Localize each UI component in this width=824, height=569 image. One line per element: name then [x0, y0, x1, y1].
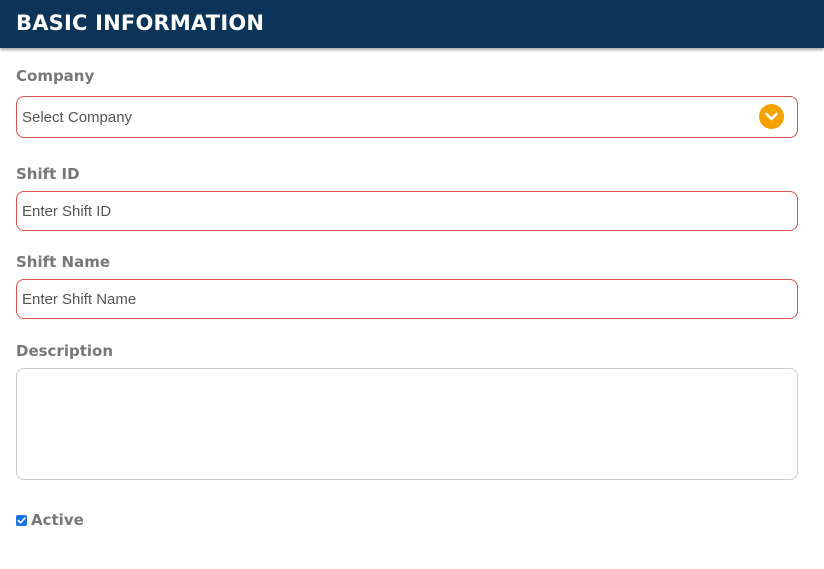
- shift-id-input[interactable]: Enter Shift ID: [16, 191, 798, 231]
- company-label: Company: [16, 67, 95, 85]
- active-checkbox[interactable]: [16, 515, 27, 526]
- checkmark-icon: [17, 517, 26, 524]
- company-select[interactable]: Select Company: [16, 96, 798, 138]
- shift-name-input[interactable]: Enter Shift Name: [16, 279, 798, 319]
- shift-name-label: Shift Name: [16, 253, 111, 271]
- shift-id-placeholder: Enter Shift ID: [22, 203, 112, 220]
- active-label[interactable]: Active: [31, 511, 84, 529]
- company-select-value: Select Company: [22, 109, 133, 126]
- section-title: BASIC INFORMATION: [16, 11, 265, 35]
- description-label: Description: [16, 342, 114, 360]
- shift-name-placeholder: Enter Shift Name: [22, 291, 137, 308]
- description-textarea[interactable]: [16, 368, 798, 480]
- shift-id-label: Shift ID: [16, 165, 80, 183]
- chevron-down-icon[interactable]: [759, 104, 784, 129]
- section-header: BASIC INFORMATION: [0, 0, 824, 48]
